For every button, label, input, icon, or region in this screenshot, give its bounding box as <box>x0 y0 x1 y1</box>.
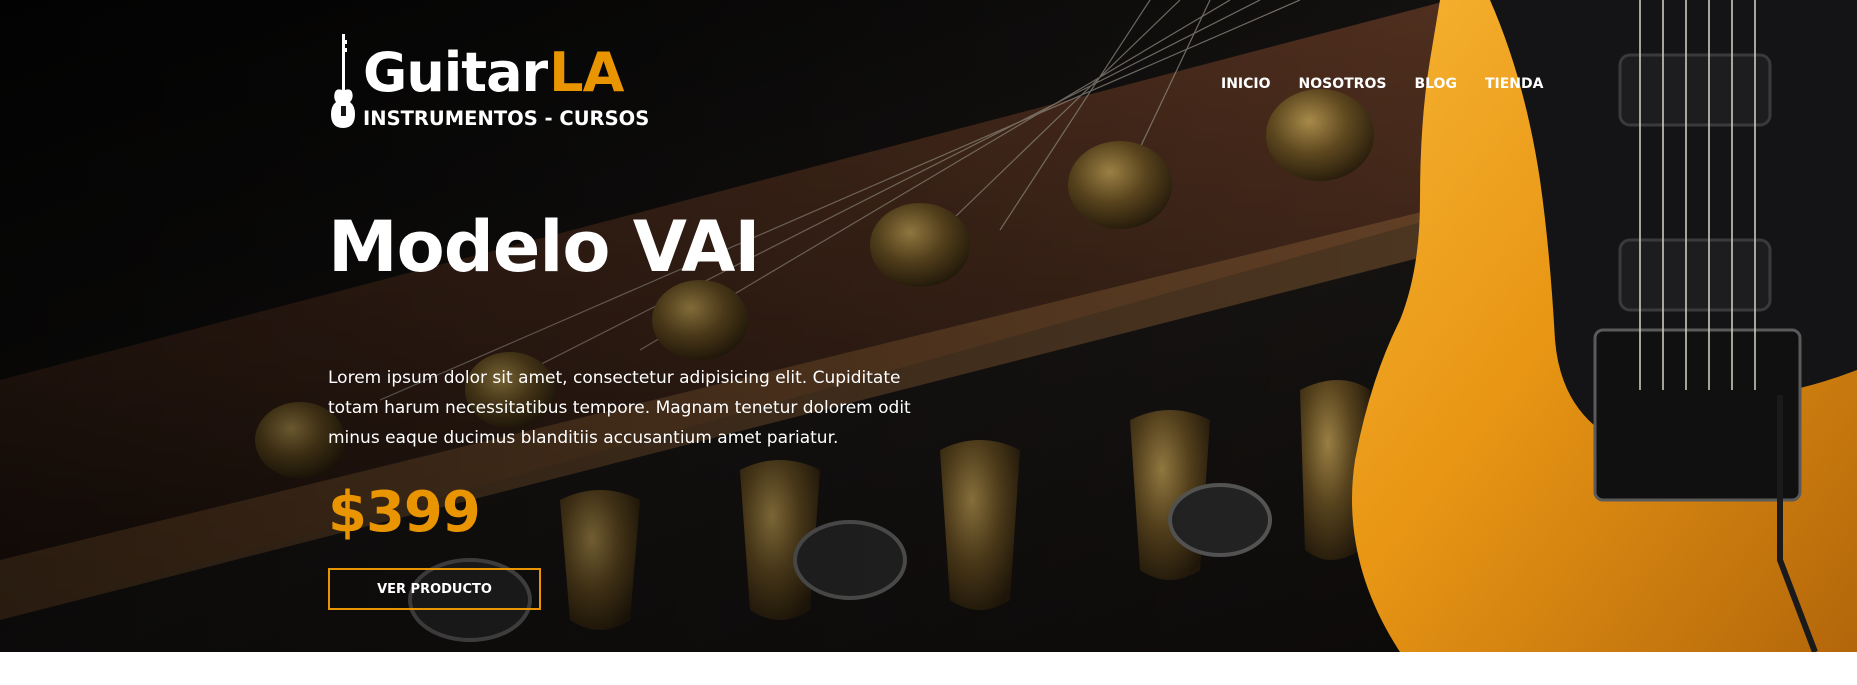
logo-wordmark: GuitarLA <box>363 46 624 100</box>
nav-link-nosotros[interactable]: NOSOTROS <box>1299 76 1387 92</box>
hero-price: $399 <box>328 480 481 545</box>
main-navigation: INICIO NOSOTROS BLOG TIENDA <box>1221 76 1543 92</box>
nav-link-inicio[interactable]: INICIO <box>1221 76 1271 92</box>
hero-title: Modelo VAI <box>328 206 760 288</box>
nav-link-blog[interactable]: BLOG <box>1414 76 1457 92</box>
logo-word-main: Guitar <box>363 41 548 104</box>
logo-word-accent: LA <box>549 41 624 104</box>
logo-tagline: INSTRUMENTOS - CURSOS <box>363 107 650 130</box>
hero-section: GuitarLA INSTRUMENTOS - CURSOS INICIO NO… <box>0 0 1857 652</box>
ver-producto-button[interactable]: VER PRODUCTO <box>328 568 541 610</box>
hero-container: GuitarLA INSTRUMENTOS - CURSOS INICIO NO… <box>328 0 1543 652</box>
electric-guitar-icon <box>331 34 355 128</box>
hero-description: Lorem ipsum dolor sit amet, consectetur … <box>328 368 911 448</box>
site-logo[interactable]: GuitarLA INSTRUMENTOS - CURSOS <box>328 32 649 132</box>
nav-link-tienda[interactable]: TIENDA <box>1485 76 1544 92</box>
